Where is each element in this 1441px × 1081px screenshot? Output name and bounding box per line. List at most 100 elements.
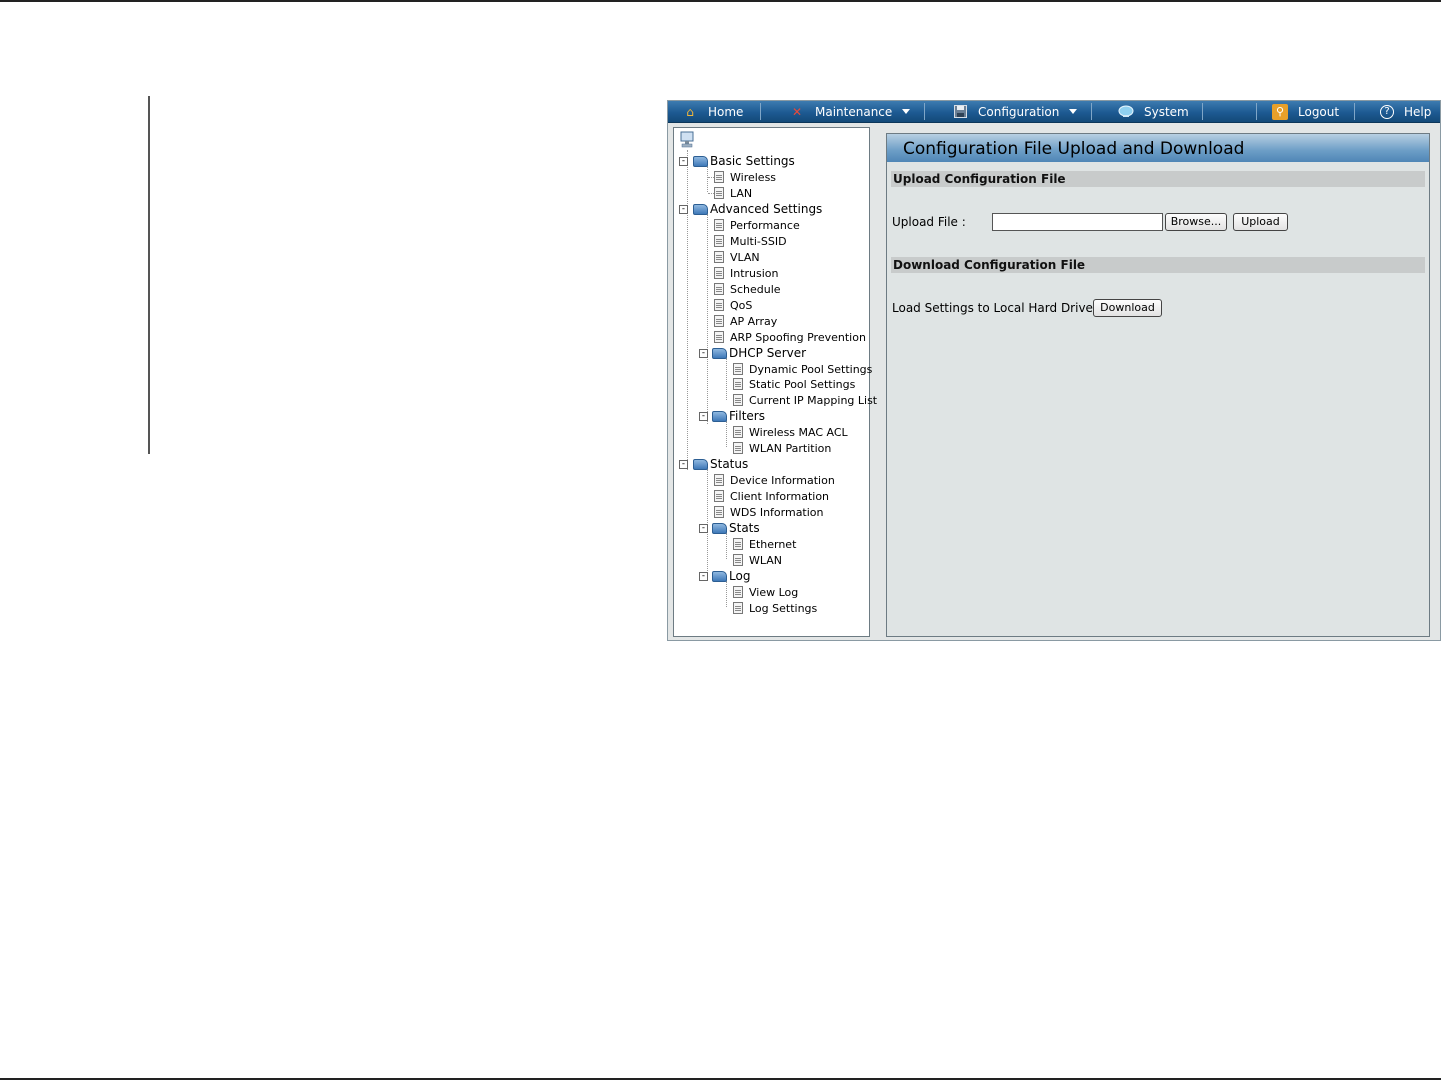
tree-folder-advanced-settings[interactable]: Advanced Settings [693, 201, 822, 217]
chevron-down-icon [1069, 109, 1078, 114]
tree-item-arp-spoofing-prevention[interactable]: ARP Spoofing Prevention [714, 329, 866, 345]
tree-item-view-log[interactable]: View Log [733, 584, 798, 600]
tree-folder-status[interactable]: Status [693, 456, 748, 472]
tree-item-dynamic-pool-settings[interactable]: Dynamic Pool Settings [733, 361, 872, 377]
tree-label: Stats [729, 521, 760, 535]
nav-home[interactable]: ⌂ Home [682, 101, 743, 122]
nav-help[interactable]: ? Help [1380, 101, 1431, 122]
tree-item-wds-information[interactable]: WDS Information [714, 504, 824, 520]
collapse-toggle[interactable]: - [699, 524, 708, 533]
tree-label: WDS Information [730, 505, 824, 519]
tree-item-qos[interactable]: QoS [714, 297, 752, 313]
nav-logout[interactable]: ⚲ Logout [1272, 101, 1339, 122]
collapse-toggle[interactable]: - [679, 205, 688, 214]
tree-item-current-ip-mapping-list[interactable]: Current IP Mapping List [733, 392, 877, 408]
tree-connector [726, 581, 727, 607]
tree-connector [707, 214, 708, 424]
system-icon [1118, 104, 1134, 120]
collapse-toggle[interactable]: - [679, 157, 688, 166]
tree-label: Wireless MAC ACL [749, 425, 848, 439]
collapse-toggle[interactable]: - [699, 349, 708, 358]
tree-item-schedule[interactable]: Schedule [714, 281, 781, 297]
page-icon [714, 331, 724, 343]
folder-icon [712, 570, 727, 582]
tree-label: VLAN [730, 250, 760, 264]
folder-icon [712, 410, 727, 422]
tree-label: Status [710, 457, 749, 471]
tree-label: Filters [729, 409, 765, 423]
nav-help-label: Help [1404, 104, 1432, 119]
tree-label: Basic Settings [710, 154, 795, 168]
nav-separator [1354, 103, 1355, 120]
download-button[interactable]: Download [1093, 299, 1162, 317]
tree-folder-stats[interactable]: Stats [712, 520, 760, 536]
tree-label: Static Pool Settings [749, 377, 856, 391]
page-icon [714, 490, 724, 502]
tree-folder-dhcp-server[interactable]: DHCP Server [712, 345, 806, 361]
page-icon [714, 187, 724, 199]
tree-connector [687, 150, 688, 470]
folder-icon [693, 458, 708, 470]
tree-item-ethernet[interactable]: Ethernet [733, 536, 796, 552]
tree-folder-basic-settings[interactable]: Basic Settings [693, 153, 795, 169]
page-icon [714, 219, 724, 231]
tree-label: ARP Spoofing Prevention [730, 330, 866, 344]
collapse-toggle[interactable]: - [699, 412, 708, 421]
nav-configuration[interactable]: Configuration [952, 101, 1078, 122]
tree-item-performance[interactable]: Performance [714, 217, 800, 233]
tree-label: Ethernet [749, 537, 797, 551]
page-icon [733, 378, 743, 390]
collapse-toggle[interactable]: - [679, 460, 688, 469]
tree-item-static-pool-settings[interactable]: Static Pool Settings [733, 376, 855, 392]
tree-label: Intrusion [730, 266, 779, 280]
tree-item-wireless[interactable]: Wireless [714, 169, 776, 185]
tree-item-device-information[interactable]: Device Information [714, 472, 835, 488]
tree-item-multi-ssid[interactable]: Multi-SSID [714, 233, 787, 249]
tree-item-lan[interactable]: LAN [714, 185, 752, 201]
nav-home-label: Home [708, 104, 744, 119]
nav-maintenance[interactable]: ✕ Maintenance [789, 101, 911, 122]
tree-item-log-settings[interactable]: Log Settings [733, 600, 817, 616]
upload-button[interactable]: Upload [1233, 213, 1288, 231]
tree-item-vlan[interactable]: VLAN [714, 249, 760, 265]
page-icon [714, 299, 724, 311]
tree-label: LAN [730, 186, 753, 200]
nav-configuration-label: Configuration [978, 104, 1060, 119]
tree-folder-filters[interactable]: Filters [712, 408, 765, 424]
load-settings-label: Load Settings to Local Hard Drive [892, 301, 1093, 315]
tree-item-wireless-mac-acl[interactable]: Wireless MAC ACL [733, 424, 848, 440]
upload-file-label: Upload File : [892, 215, 966, 229]
tree-label: Device Information [730, 473, 835, 487]
tree-item-ap-array[interactable]: AP Array [714, 313, 777, 329]
tree-label: Dynamic Pool Settings [749, 362, 873, 376]
page-icon [733, 363, 743, 375]
tree-label: Current IP Mapping List [749, 393, 878, 407]
margin-rule [148, 96, 150, 454]
page-icon [714, 474, 724, 486]
nav-system[interactable]: System [1118, 101, 1189, 122]
page-icon [733, 586, 743, 598]
upload-file-input[interactable] [992, 213, 1163, 231]
tree-item-wlan-partition[interactable]: WLAN Partition [733, 440, 831, 456]
collapse-toggle[interactable]: - [699, 572, 708, 581]
tree-folder-log[interactable]: Log [712, 568, 750, 584]
nav-maintenance-label: Maintenance [815, 104, 893, 119]
upload-section-header: Upload Configuration File [891, 171, 1425, 187]
tree-label: WLAN Partition [749, 441, 832, 455]
nav-logout-label: Logout [1298, 104, 1340, 119]
key-icon: ⚲ [1272, 103, 1288, 120]
tree-item-intrusion[interactable]: Intrusion [714, 265, 779, 281]
tree-item-wlan[interactable]: WLAN [733, 552, 782, 568]
tree-item-client-information[interactable]: Client Information [714, 488, 829, 504]
tree-label: AP Array [730, 314, 778, 328]
tree-label: View Log [749, 585, 799, 599]
tree-label: QoS [730, 298, 753, 312]
top-rule [0, 0, 1441, 2]
tools-icon: ✕ [791, 104, 803, 119]
nav-separator [760, 103, 761, 120]
page-icon [733, 554, 743, 566]
nav-separator [1202, 103, 1203, 120]
nav-separator [924, 103, 925, 120]
tree-label: Schedule [730, 282, 781, 296]
browse-button[interactable]: Browse... [1165, 213, 1227, 231]
